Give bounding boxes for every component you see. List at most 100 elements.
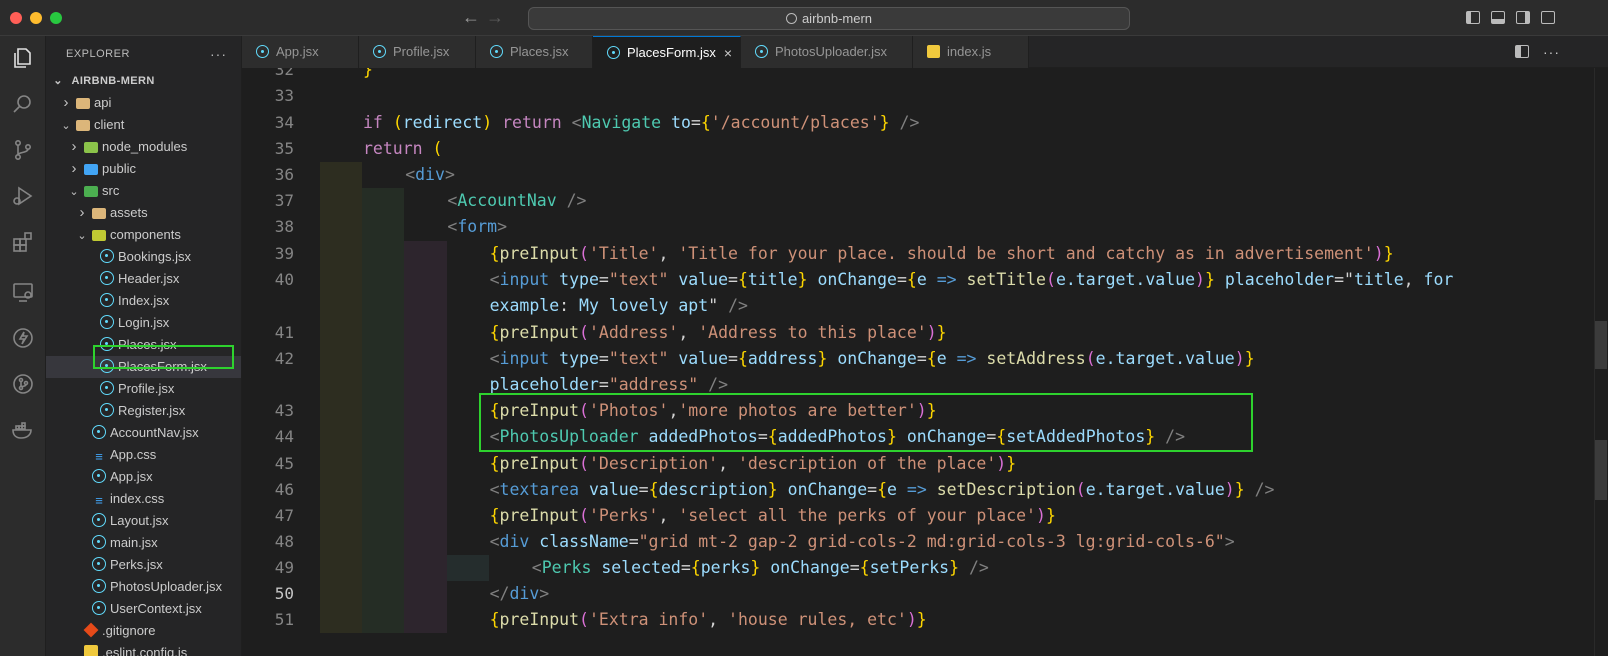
tree-item-places-jsx[interactable]: Places.jsx xyxy=(46,334,241,356)
code-line[interactable]: {preInput('Title', 'Title for your place… xyxy=(490,244,1394,263)
code-line[interactable]: example: My lovely apt" /> xyxy=(490,296,748,315)
tree-item-assets[interactable]: › assets xyxy=(46,202,241,224)
tree-item-client[interactable]: ⌄ client xyxy=(46,114,241,136)
close-icon[interactable]: × xyxy=(724,37,732,69)
explorer-more-icon[interactable]: ··· xyxy=(210,36,227,72)
editor-more-actions-icon[interactable]: ··· xyxy=(1543,36,1560,68)
scrollbar-thumb-lower[interactable] xyxy=(1595,440,1607,500)
remote-explorer-icon[interactable] xyxy=(11,280,35,304)
tree-item-placesform-jsx[interactable]: PlacesForm.jsx xyxy=(46,356,241,378)
code-line[interactable]: <div> xyxy=(405,165,455,184)
tree-item-login-jsx[interactable]: Login.jsx xyxy=(46,312,241,334)
line-number: 36 xyxy=(274,165,294,184)
tree-item-profile-jsx[interactable]: Profile.jsx xyxy=(46,378,241,400)
customize-layout-icon[interactable] xyxy=(1541,11,1555,24)
minimize-window-button[interactable] xyxy=(30,12,42,24)
folder-icon xyxy=(76,120,90,131)
tab-places-jsx[interactable]: Places.jsx xyxy=(476,36,593,68)
code-line[interactable]: {preInput('Description', 'description of… xyxy=(490,454,1017,473)
close-window-button[interactable] xyxy=(10,12,22,24)
workspace-root-folder[interactable]: ⌄ AIRBNB-MERN xyxy=(46,70,241,92)
tree-item-register-jsx[interactable]: Register.jsx xyxy=(46,400,241,422)
git-graph-icon[interactable] xyxy=(11,372,35,396)
tree-item-label: api xyxy=(94,95,112,110)
toggle-panel-icon[interactable] xyxy=(1491,11,1505,24)
tab-profile-jsx[interactable]: Profile.jsx xyxy=(359,36,476,68)
tree-item-perks-jsx[interactable]: Perks.jsx xyxy=(46,554,241,576)
split-editor-icon[interactable] xyxy=(1515,45,1529,58)
tree-item-bookings-jsx[interactable]: Bookings.jsx xyxy=(46,246,241,268)
code-line[interactable]: <Perks selected={perks} onChange={setPer… xyxy=(532,558,989,577)
tab-app-jsx[interactable]: App.jsx xyxy=(242,36,359,68)
code-line[interactable]: {preInput('Photos','more photos are bett… xyxy=(490,401,937,420)
tree-item-gitignore[interactable]: .gitignore xyxy=(46,620,241,642)
tree-item-index-jsx[interactable]: Index.jsx xyxy=(46,290,241,312)
tree-item-usercontext-jsx[interactable]: UserContext.jsx xyxy=(46,598,241,620)
tree-item-main-jsx[interactable]: main.jsx xyxy=(46,532,241,554)
tree-item-app-css[interactable]: ≡ App.css xyxy=(46,444,241,466)
workspace-root-label: AIRBNB-MERN xyxy=(71,75,155,87)
explorer-files-icon[interactable] xyxy=(11,46,35,70)
scrollbar-thumb[interactable] xyxy=(1595,321,1607,369)
tree-item-header-jsx[interactable]: Header.jsx xyxy=(46,268,241,290)
tree-item-layout-jsx[interactable]: Layout.jsx xyxy=(46,510,241,532)
search-icon[interactable] xyxy=(11,92,35,116)
indent-guide xyxy=(320,162,363,633)
tree-item-components[interactable]: ⌄ components xyxy=(46,224,241,246)
tree-item-src[interactable]: ⌄ src xyxy=(46,180,241,202)
editor-tab-bar: App.jsx Profile.jsx Places.jsx PlacesForm.j… xyxy=(242,36,1608,68)
code-line[interactable]: <input type="text" value={title} onChang… xyxy=(490,270,1454,289)
code-line[interactable]: <PhotosUploader addedPhotos={addedPhotos… xyxy=(490,427,1185,446)
code-line[interactable]: <input type="text" value={address} onCha… xyxy=(490,349,1255,368)
code-line[interactable]: {preInput('Extra info', 'house rules, et… xyxy=(490,610,927,629)
tree-item-api[interactable]: › api xyxy=(46,92,241,114)
tab-placesform-jsx[interactable]: PlacesForm.jsx × xyxy=(593,36,741,68)
code-line[interactable]: </div> xyxy=(490,584,550,603)
code-line[interactable]: <div className="grid mt-2 gap-2 grid-col… xyxy=(490,532,1235,551)
line-number: 32 xyxy=(274,68,294,79)
extensions-icon[interactable] xyxy=(11,230,35,254)
source-control-icon[interactable] xyxy=(11,138,35,162)
tree-item-app-jsx[interactable]: App.jsx xyxy=(46,466,241,488)
tree-item-accountnav-jsx[interactable]: AccountNav.jsx xyxy=(46,422,241,444)
line-number: 50 xyxy=(274,584,294,603)
thunder-client-icon[interactable] xyxy=(11,326,35,350)
tree-item-public[interactable]: › public xyxy=(46,158,241,180)
docker-icon[interactable] xyxy=(11,418,35,442)
tree-item-label: Layout.jsx xyxy=(110,513,169,528)
editor-scrollbar[interactable] xyxy=(1594,68,1608,656)
react-icon xyxy=(100,271,114,285)
toggle-secondary-sidebar-icon[interactable] xyxy=(1516,11,1530,24)
code-line[interactable]: <form> xyxy=(447,217,507,236)
code-line[interactable]: <textarea value={description} onChange={… xyxy=(490,480,1275,499)
code-line[interactable]: <AccountNav /> xyxy=(447,191,586,210)
chevron-down-icon: ⌄ xyxy=(69,186,79,198)
zoom-window-button[interactable] xyxy=(50,12,62,24)
tab-label: App.jsx xyxy=(276,44,319,59)
command-center-search[interactable]: airbnb-mern xyxy=(528,7,1130,30)
toggle-primary-sidebar-icon[interactable] xyxy=(1466,11,1480,24)
run-debug-icon[interactable] xyxy=(11,184,35,208)
code-line[interactable]: return ( xyxy=(363,139,442,158)
tab-photosuploader-jsx[interactable]: PhotosUploader.jsx xyxy=(741,36,913,68)
code-line[interactable]: } xyxy=(363,68,373,79)
back-arrow-icon[interactable]: ← xyxy=(462,7,480,28)
tree-item-index-css[interactable]: ≡ index.css xyxy=(46,488,241,510)
code-line[interactable]: placeholder="address" /> xyxy=(490,375,728,394)
chevron-right-icon: › xyxy=(63,94,69,111)
code-line[interactable]: {preInput('Address', 'Address to this pl… xyxy=(490,323,947,342)
tree-item-eslint-config-js[interactable]: .eslint.config.js xyxy=(46,642,241,656)
chevron-down-icon: ⌄ xyxy=(61,120,71,132)
code-line[interactable]: if (redirect) return <Navigate to={'/acc… xyxy=(363,113,919,132)
forward-arrow-icon[interactable]: → xyxy=(486,7,504,28)
indent-guide xyxy=(446,555,489,581)
tree-item-photosuploader-jsx[interactable]: PhotosUploader.jsx xyxy=(46,576,241,598)
react-icon xyxy=(755,45,768,58)
tree-item-node-modules[interactable]: › node_modules xyxy=(46,136,241,158)
folder-src-icon xyxy=(84,186,98,197)
tree-item-label: node_modules xyxy=(102,139,188,154)
code-line[interactable]: {preInput('Perks', 'select all the perks… xyxy=(490,506,1056,525)
tab-index-js[interactable]: index.js xyxy=(913,36,1029,68)
line-number: 35 xyxy=(274,139,294,158)
code-editor[interactable]: 32 33 34 35 36 37 38 39 40 41 42 43 44 45 46 47 48 49 50 51… xyxy=(242,68,1608,656)
